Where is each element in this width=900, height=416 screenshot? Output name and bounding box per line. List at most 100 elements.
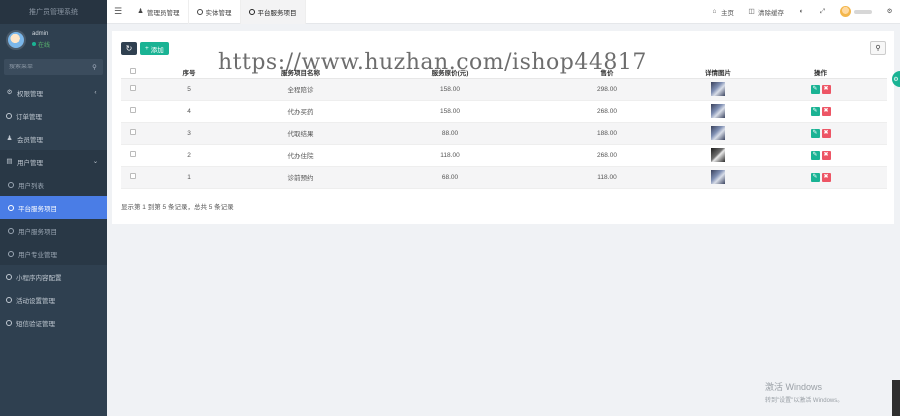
- submenu-item-user-list[interactable]: 用户列表: [0, 173, 107, 196]
- detail-image[interactable]: [711, 148, 725, 162]
- sidebar: 推广员管理系统 admin 在线 ⚲ ⚙权限管理 ‹ 订单管理 ♟会员管理 ▤用…: [0, 0, 107, 416]
- delete-button[interactable]: ✖: [821, 106, 831, 116]
- column-header: 操作: [754, 66, 887, 79]
- column-header[interactable]: 服务原价(元): [368, 66, 532, 79]
- pencil-icon: ✎: [812, 85, 818, 92]
- tab-entity[interactable]: 实体管理: [189, 0, 241, 24]
- edit-button[interactable]: ✎: [810, 128, 820, 138]
- home-link[interactable]: ⌂ 主页: [704, 0, 741, 24]
- trash-icon: ✖: [823, 129, 829, 136]
- row-checkbox[interactable]: [130, 107, 136, 113]
- row-checkbox[interactable]: [130, 85, 136, 91]
- sidebar-item-orders[interactable]: 订单管理: [0, 104, 107, 127]
- brand-title: 推广员管理系统: [0, 0, 107, 24]
- sidebar-item-permissions[interactable]: ⚙ 权限管理 ‹: [0, 81, 107, 104]
- user-icon: ♟: [137, 8, 144, 15]
- delete-button[interactable]: ✖: [821, 128, 831, 138]
- sidebar-item-sms[interactable]: 短信验证管理: [0, 311, 107, 334]
- circle-icon: [6, 112, 12, 119]
- clear-cache-button[interactable]: ◫ 清除缓存: [741, 0, 791, 24]
- row-checkbox[interactable]: [130, 151, 136, 157]
- row-name: 代取结果: [233, 122, 368, 145]
- search-icon[interactable]: ⚲: [91, 64, 98, 71]
- windows-activation-hint: 转到"设置"以激活 Windows。: [765, 398, 844, 404]
- edit-button[interactable]: ✎: [810, 106, 820, 116]
- row-sale: 118.00: [532, 166, 682, 189]
- user-name: admin: [32, 30, 49, 37]
- menu-search: ⚲: [4, 59, 103, 75]
- home-icon: ⌂: [712, 8, 717, 15]
- gear-icon: ⚙: [6, 89, 13, 96]
- delete-button[interactable]: ✖: [821, 150, 831, 160]
- theme-toggle[interactable]: ◐: [791, 0, 812, 24]
- table-row: 5 全程陪诊 158.00 298.00 ✎ ✖: [121, 78, 887, 101]
- row-id: 2: [145, 144, 233, 167]
- menu-toggle-icon[interactable]: ☰: [107, 6, 129, 17]
- file-icon: ▤: [6, 158, 13, 165]
- row-id: 1: [145, 166, 233, 189]
- gears-icon: ⚙: [886, 8, 893, 15]
- delete-button[interactable]: ✖: [821, 172, 831, 182]
- content-panel: ↻ + 添加 ⚲ 序号 服务项目名称 服务原价(元) 售价 详情图片 操作 5 …: [112, 31, 894, 224]
- chevron-down-icon: ⌄: [92, 158, 99, 165]
- tab-platform-services[interactable]: 平台服务项目: [240, 0, 306, 24]
- avatar[interactable]: [6, 29, 26, 50]
- detail-image[interactable]: [711, 104, 725, 118]
- column-header[interactable]: 售价: [532, 66, 682, 79]
- table-toolbar: ↻ + 添加: [121, 42, 169, 55]
- sidebar-item-members[interactable]: ♟ 会员管理: [0, 127, 107, 150]
- detail-image[interactable]: [711, 126, 725, 140]
- delete-button[interactable]: ✖: [821, 84, 831, 94]
- circle-icon: [8, 181, 14, 188]
- detail-image[interactable]: [711, 82, 725, 96]
- top-navbar: ☰ ♟ 管理员管理 实体管理 平台服务项目 ⌂ 主页 ◫ 清除缓存 ◐ ⤢ ⚙: [107, 0, 900, 24]
- table-row: 2 代办住院 118.00 268.00 ✎ ✖: [121, 144, 887, 167]
- column-header[interactable]: 序号: [145, 66, 233, 79]
- column-header[interactable]: 服务项目名称: [233, 66, 368, 79]
- user-menu[interactable]: [833, 0, 879, 24]
- detail-image[interactable]: [711, 170, 725, 184]
- pagination-info: 显示第 1 到第 5 条记录，总共 5 条记录: [121, 204, 234, 211]
- submenu-item-user-services[interactable]: 用户服务项目: [0, 219, 107, 242]
- refresh-icon: ↻: [125, 44, 133, 53]
- sidebar-item-activity[interactable]: 活动设置管理: [0, 288, 107, 311]
- theme-icon: ◐: [799, 8, 804, 15]
- tab-admin[interactable]: ♟ 管理员管理: [129, 0, 189, 24]
- row-checkbox[interactable]: [130, 173, 136, 179]
- fullscreen-toggle[interactable]: ⤢: [812, 0, 833, 24]
- circle-icon: [6, 296, 12, 303]
- submenu-item-platform-services[interactable]: 平台服务项目: [0, 196, 107, 219]
- trash-icon: ✖: [823, 107, 829, 114]
- chevron-left-icon: ‹: [94, 89, 97, 96]
- add-button[interactable]: + 添加: [140, 42, 169, 55]
- submenu-item-user-specialty[interactable]: 用户专业管理: [0, 242, 107, 265]
- username: [854, 9, 872, 14]
- edit-button[interactable]: ✎: [810, 150, 820, 160]
- row-name: 全程陪诊: [233, 78, 368, 101]
- settings-button[interactable]: ⚙: [879, 0, 900, 24]
- select-all-checkbox[interactable]: [130, 67, 136, 74]
- edit-button[interactable]: ✎: [810, 84, 820, 94]
- circle-icon: [8, 204, 14, 211]
- row-sale: 298.00: [532, 78, 682, 101]
- circle-icon: [248, 8, 255, 15]
- avatar: [840, 6, 851, 17]
- submenu-users: 用户列表 平台服务项目 用户服务项目 用户专业管理: [0, 173, 107, 265]
- sidebar-item-users[interactable]: ▤ 用户管理 ⌄: [0, 150, 107, 173]
- sidebar-menu: ⚙ 权限管理 ‹ 订单管理 ♟ 会员管理 ▤ 用户管理 ⌄ 用户列表 平台服务项目 用…: [0, 81, 107, 334]
- edit-button[interactable]: ✎: [810, 172, 820, 182]
- row-checkbox[interactable]: [130, 129, 136, 135]
- row-name: 诊前预约: [233, 166, 368, 189]
- row-name: 代办买药: [233, 100, 368, 123]
- refresh-button[interactable]: ↻: [121, 42, 137, 55]
- plus-icon: +: [145, 45, 149, 52]
- gear-icon: ⚙: [893, 76, 899, 83]
- menu-search-input[interactable]: [9, 64, 79, 70]
- column-header: 详情图片: [682, 66, 754, 79]
- windows-activation-title: 激活 Windows: [765, 382, 823, 392]
- row-id: 3: [145, 122, 233, 145]
- trash-icon: ✖: [823, 173, 829, 180]
- row-price: 88.00: [368, 122, 532, 145]
- table-search-button[interactable]: ⚲: [870, 41, 886, 55]
- sidebar-item-miniapp-config[interactable]: 小程序内容配置: [0, 265, 107, 288]
